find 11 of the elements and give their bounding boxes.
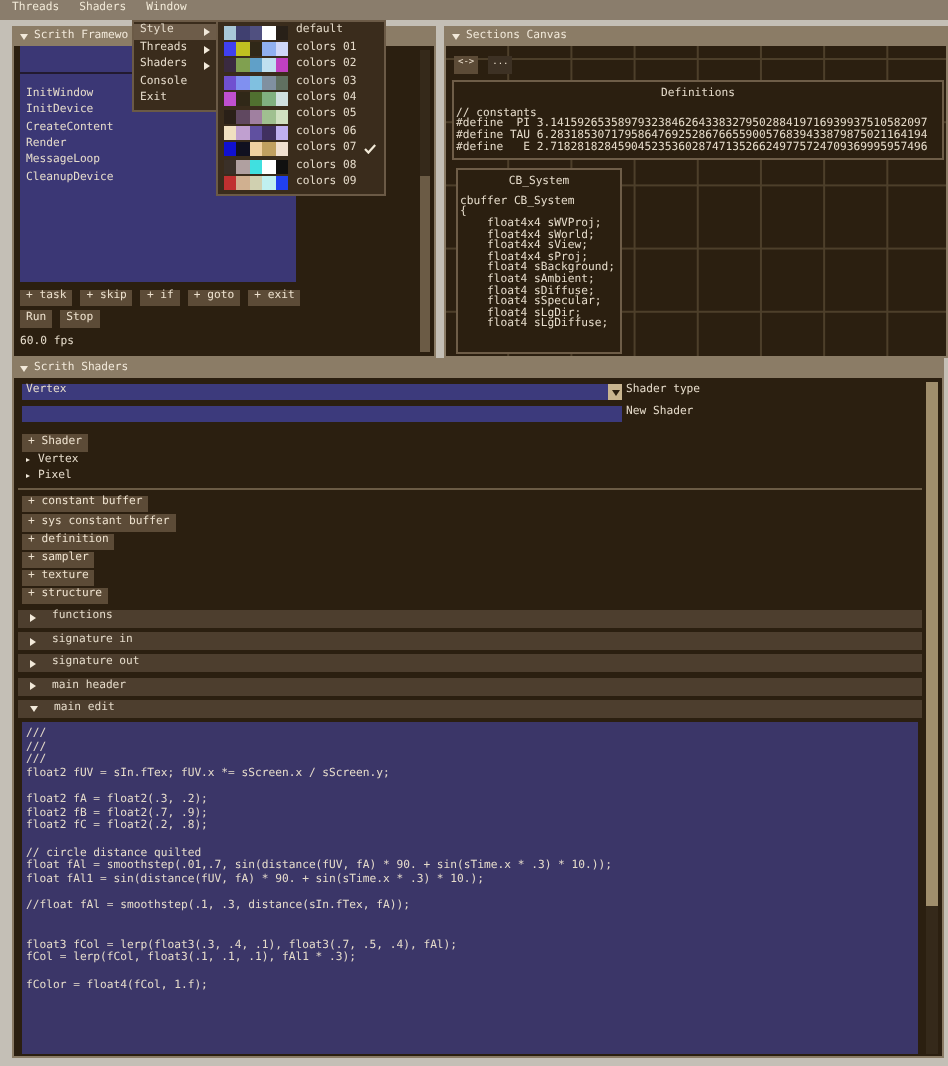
caret-down-icon[interactable] bbox=[20, 34, 28, 40]
caret-right-icon bbox=[30, 614, 36, 623]
caret-down-icon[interactable] bbox=[452, 34, 460, 40]
caret-down-icon[interactable] bbox=[20, 366, 28, 372]
dropdown-arrow-icon bbox=[608, 384, 622, 400]
caret-right-icon bbox=[30, 637, 36, 646]
check-icon bbox=[364, 144, 376, 155]
caret-down-icon bbox=[30, 706, 38, 713]
caret-right-icon bbox=[30, 659, 36, 668]
caret-right-icon bbox=[30, 682, 36, 691]
input-field[interactable] bbox=[22, 406, 622, 422]
